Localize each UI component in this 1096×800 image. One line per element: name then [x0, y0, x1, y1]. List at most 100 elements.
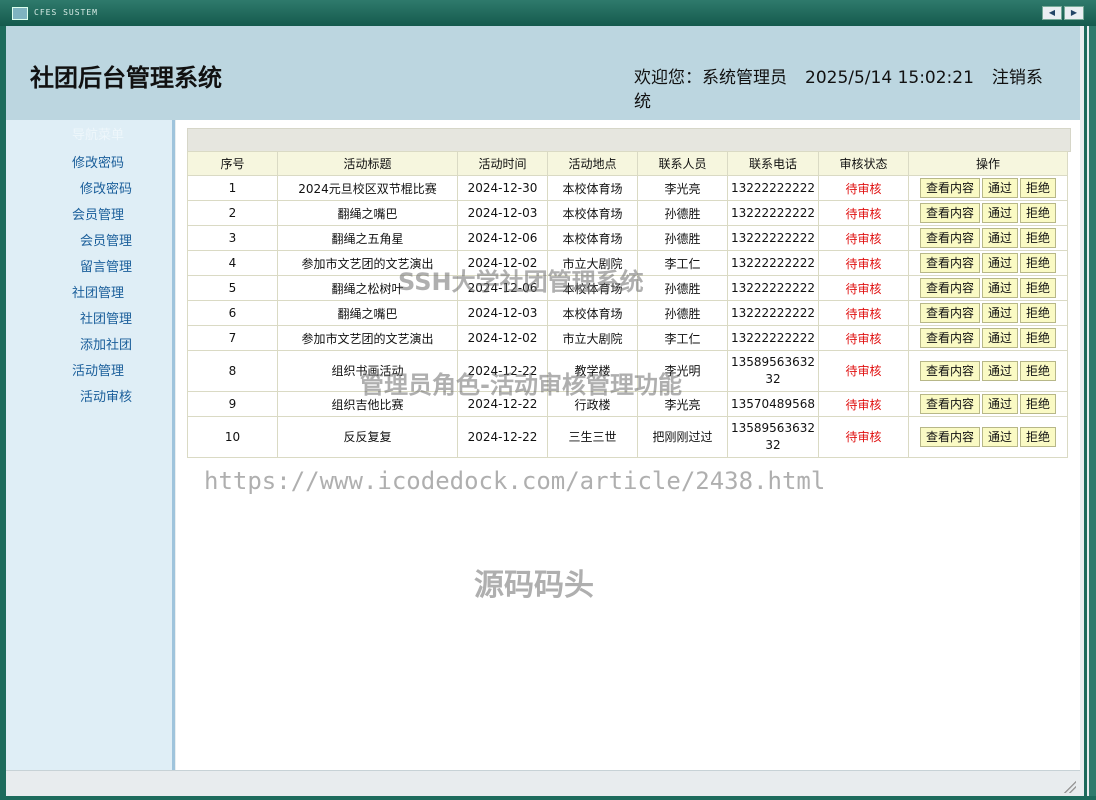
- col-header-date: 活动时间: [457, 151, 548, 176]
- cell-title: 组织吉他比赛: [277, 391, 458, 417]
- approve-button[interactable]: 通过: [981, 328, 1018, 348]
- cell-actions: 查看内容 通过 拒绝: [908, 350, 1068, 392]
- cell-title: 反反复复: [277, 416, 458, 458]
- table-row: 7 参加市文艺团的文艺演出 2024-12-02 市立大剧院 李工仁 1322222222…: [187, 325, 1068, 351]
- cell-status: 待审核: [818, 225, 909, 251]
- cell-actions: 查看内容 通过 拒绝: [908, 175, 1068, 201]
- sidebar-item-activity-review[interactable]: 活动审核: [80, 386, 132, 405]
- sidebar-group-members[interactable]: 会员管理: [72, 204, 124, 223]
- cell-place: 三生三世: [547, 416, 638, 458]
- approve-button[interactable]: 通过: [981, 178, 1018, 198]
- cell-actions: 查看内容 通过 拒绝: [908, 300, 1068, 326]
- prev-arrow-icon[interactable]: ◀: [1042, 6, 1062, 20]
- sidebar-item-message-manage[interactable]: 留言管理: [80, 256, 132, 275]
- reject-button[interactable]: 拒绝: [1020, 427, 1057, 447]
- cell-no: 9: [187, 391, 278, 417]
- table-row: 6 翻绳之嘴巴 2024-12-03 本校体育场 孙德胜 13222222222 待审核 查看…: [187, 300, 1068, 326]
- col-header-place: 活动地点: [547, 151, 638, 176]
- view-content-button[interactable]: 查看内容: [919, 394, 980, 414]
- cell-place: 本校体育场: [547, 275, 638, 301]
- activity-review-table: 序号 活动标题 活动时间 活动地点 联系人员 联系电话 审核状态 操作 1 202…: [187, 151, 1068, 458]
- sidebar-item-change-password[interactable]: 修改密码: [80, 178, 132, 197]
- approve-button[interactable]: 通过: [981, 394, 1018, 414]
- approve-button[interactable]: 通过: [981, 361, 1018, 381]
- cell-no: 4: [187, 250, 278, 276]
- table-row: 5 翻绳之松树叶 2024-12-06 本校体育场 孙德胜 13222222222 待审核查…: [187, 275, 1068, 301]
- view-content-button[interactable]: 查看内容: [919, 328, 980, 348]
- cell-phone: 13222222222: [727, 250, 819, 276]
- approve-button[interactable]: 通过: [981, 427, 1018, 447]
- cell-status: 待审核: [818, 250, 909, 276]
- main-content: 序号 活动标题 活动时间 活动地点 联系人员 联系电话 审核状态 操作 1 202…: [176, 120, 1080, 770]
- reject-button[interactable]: 拒绝: [1020, 203, 1057, 223]
- cell-contact: 孙德胜: [637, 275, 728, 301]
- approve-button[interactable]: 通过: [981, 278, 1018, 298]
- cell-date: 2024-12-06: [457, 275, 548, 301]
- sidebar-group-clubs[interactable]: 社团管理: [72, 282, 124, 301]
- resize-grip-icon[interactable]: [1064, 781, 1076, 793]
- cell-no: 10: [187, 416, 278, 458]
- cell-title: 翻绳之松树叶: [277, 275, 458, 301]
- next-arrow-icon[interactable]: ▶: [1064, 6, 1084, 20]
- sidebar-group-password[interactable]: 修改密码: [72, 152, 124, 171]
- cell-phone: 13222222222: [727, 200, 819, 226]
- reject-button[interactable]: 拒绝: [1020, 253, 1057, 273]
- view-content-button[interactable]: 查看内容: [919, 278, 980, 298]
- reject-button[interactable]: 拒绝: [1020, 278, 1057, 298]
- view-content-button[interactable]: 查看内容: [919, 228, 980, 248]
- cell-date: 2024-12-22: [457, 416, 548, 458]
- cell-no: 8: [187, 350, 278, 392]
- cell-date: 2024-12-02: [457, 250, 548, 276]
- cell-status: 待审核: [818, 350, 909, 392]
- sidebar-item-add-club[interactable]: 添加社团: [80, 334, 132, 353]
- cell-status: 待审核: [818, 325, 909, 351]
- approve-button[interactable]: 通过: [981, 303, 1018, 323]
- cell-contact: 李工仁: [637, 325, 728, 351]
- approve-button[interactable]: 通过: [981, 253, 1018, 273]
- view-content-button[interactable]: 查看内容: [919, 253, 980, 273]
- reject-button[interactable]: 拒绝: [1020, 361, 1057, 381]
- watermark-url: https://www.icodedock.com/article/2438.h…: [204, 467, 826, 495]
- window-label: CFES SUSTEM: [34, 8, 98, 17]
- cell-actions: 查看内容 通过 拒绝: [908, 325, 1068, 351]
- cell-phone: 1358956363232: [727, 416, 819, 458]
- table-row: 3 翻绳之五角星 2024-12-06 本校体育场 孙德胜 13222222222 待审核查…: [187, 225, 1068, 251]
- table-row: 9 组织吉他比赛 2024-12-22 行政楼 李光亮 13570489568 待审核 查看内…: [187, 391, 1068, 417]
- view-content-button[interactable]: 查看内容: [919, 361, 980, 381]
- cell-place: 本校体育场: [547, 300, 638, 326]
- cell-actions: 查看内容 通过 拒绝: [908, 416, 1068, 458]
- reject-button[interactable]: 拒绝: [1020, 303, 1057, 323]
- cell-title: 组织书画活动: [277, 350, 458, 392]
- approve-button[interactable]: 通过: [981, 203, 1018, 223]
- view-content-button[interactable]: 查看内容: [919, 427, 980, 447]
- cell-date: 2024-12-30: [457, 175, 548, 201]
- cell-status: 待审核: [818, 391, 909, 417]
- view-content-button[interactable]: 查看内容: [919, 303, 980, 323]
- col-header-phone: 联系电话: [727, 151, 819, 176]
- cell-date: 2024-12-03: [457, 300, 548, 326]
- cell-date: 2024-12-22: [457, 391, 548, 417]
- sidebar-nav: 导航菜单 修改密码 修改密码 会员管理 会员管理 留言管理 社团管理 社团管理 …: [6, 120, 172, 770]
- table-row: 1 2024元旦校区双节棍比赛 2024-12-30 本校体育场 李光亮 13222222…: [187, 175, 1068, 201]
- panel-splitter[interactable]: [172, 120, 175, 770]
- cell-date: 2024-12-06: [457, 225, 548, 251]
- reject-button[interactable]: 拒绝: [1020, 394, 1057, 414]
- cell-status: 待审核: [818, 416, 909, 458]
- approve-button[interactable]: 通过: [981, 228, 1018, 248]
- cell-place: 本校体育场: [547, 225, 638, 251]
- sidebar-group-activities[interactable]: 活动管理: [72, 360, 124, 379]
- user-info: 欢迎您：系统管理员 2025/5/14 15:02:21 注销系统: [634, 66, 1074, 114]
- cell-contact: 把刚刚过过: [637, 416, 728, 458]
- view-content-button[interactable]: 查看内容: [919, 203, 980, 223]
- sidebar-item-club-manage[interactable]: 社团管理: [80, 308, 132, 327]
- sidebar-item-member-manage[interactable]: 会员管理: [80, 230, 132, 249]
- reject-button[interactable]: 拒绝: [1020, 178, 1057, 198]
- col-header-actions: 操作: [908, 151, 1068, 176]
- reject-button[interactable]: 拒绝: [1020, 328, 1057, 348]
- cell-date: 2024-12-02: [457, 325, 548, 351]
- reject-button[interactable]: 拒绝: [1020, 228, 1057, 248]
- window-frame-right: [1080, 26, 1096, 796]
- sidebar-heading: 导航菜单: [72, 128, 125, 143]
- view-content-button[interactable]: 查看内容: [919, 178, 980, 198]
- cell-place: 市立大剧院: [547, 325, 638, 351]
